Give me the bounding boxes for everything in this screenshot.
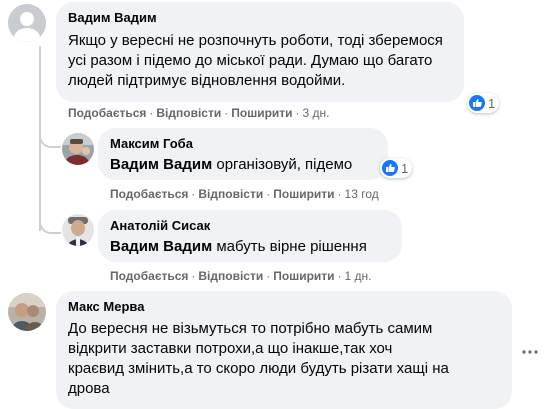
user-photo-icon — [62, 133, 94, 165]
reaction-count[interactable]: 1 — [467, 93, 500, 113]
like-button[interactable]: Подобається — [68, 106, 146, 120]
default-avatar-icon — [8, 4, 46, 42]
share-button[interactable]: Поширити — [273, 269, 334, 283]
comment-author[interactable]: Максим Гоба — [110, 136, 193, 151]
comment-bubble: Вадим Вадим Якщо у вересні не розпочнуть… — [56, 2, 464, 102]
comment-line: відкрити заставки потрохи,а що інакше,та… — [68, 340, 393, 357]
comment-actions: Подобається · Відповісти · Поширити · 13 год — [110, 187, 379, 201]
comment-author[interactable]: Макс Мерва — [68, 299, 144, 314]
thread-line-curve-1 — [39, 126, 61, 148]
timestamp[interactable]: 1 дн. — [345, 269, 372, 283]
comment-actions: Подобається · Відповісти · Поширити · 1 дн. — [110, 269, 372, 283]
like-thumb-icon — [469, 95, 485, 111]
reply-button[interactable]: Відповісти — [198, 269, 263, 283]
timestamp[interactable]: 3 дн. — [303, 106, 330, 120]
share-button[interactable]: Поширити — [273, 187, 334, 201]
reply-button[interactable]: Відповісти — [156, 106, 221, 120]
mention-link[interactable]: Вадим Вадим — [110, 156, 212, 173]
avatar[interactable] — [62, 214, 94, 246]
comment-author[interactable]: Анатолій Сисак — [110, 218, 210, 233]
share-button[interactable]: Поширити — [231, 106, 292, 120]
thread-line-curve-2 — [39, 212, 61, 234]
comment-line: людей підтримує відновлення водойми. — [68, 72, 346, 89]
avatar[interactable] — [8, 293, 46, 331]
comment-line: усі разом і підемо до міської ради. Дума… — [68, 52, 433, 69]
comment-bubble: Анатолій Сисак Вадим Вадим мабуть вірне … — [98, 210, 402, 262]
comment-line: Якщо у вересні не розпочнуть роботи, тод… — [68, 32, 443, 49]
comment-line: дрова — [68, 380, 110, 397]
comment-text: Вадим Вадим організовуй, підемо — [110, 156, 353, 173]
like-thumb-icon — [382, 160, 398, 176]
like-button[interactable]: Подобається — [110, 269, 188, 283]
user-photo-icon — [8, 293, 46, 331]
comment-line: краєвид змінить,а то скоро люди будуть р… — [68, 360, 449, 377]
comment-bubble: Максим Гоба Вадим Вадим організовуй, під… — [98, 128, 388, 180]
avatar[interactable] — [8, 4, 46, 42]
avatar[interactable] — [62, 133, 94, 165]
comment-text: До вересня не візьмуться то потрібно маб… — [68, 319, 508, 399]
more-options-icon[interactable] — [522, 342, 538, 360]
comment-actions: Подобається · Відповісти · Поширити · 3 дн. — [68, 106, 330, 120]
comment-line: До вересня не візьмуться то потрібно маб… — [68, 320, 433, 337]
comment-text: Вадим Вадим мабуть вірне рішення — [110, 238, 367, 255]
reply-button[interactable]: Відповісти — [198, 187, 263, 201]
comment-text: Якщо у вересні не розпочнуть роботи, тод… — [68, 31, 460, 91]
comment-author[interactable]: Вадим Вадим — [68, 10, 157, 25]
like-button[interactable]: Подобається — [110, 187, 188, 201]
timestamp[interactable]: 13 год — [345, 187, 379, 201]
user-photo-icon — [62, 214, 94, 246]
reaction-count[interactable]: 1 — [380, 158, 413, 178]
comment-bubble: Макс Мерва До вересня не візьмуться то п… — [56, 291, 512, 409]
mention-link[interactable]: Вадим Вадим — [110, 238, 212, 255]
